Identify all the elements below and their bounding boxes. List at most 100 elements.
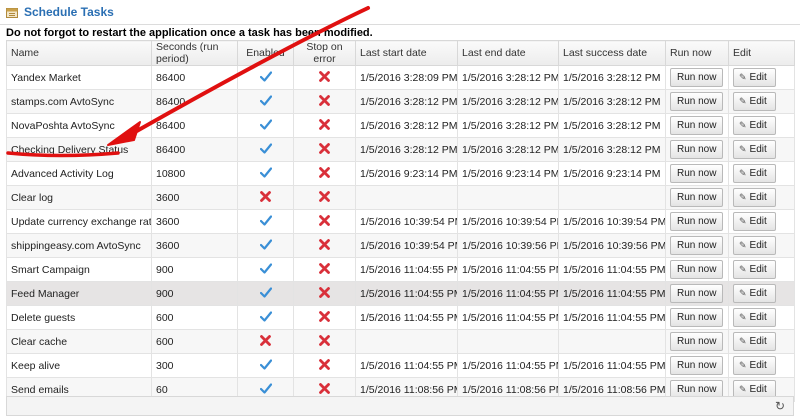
task-seconds: 10800: [151, 161, 238, 186]
enabled-cell: [237, 281, 294, 306]
pencil-icon: ✎: [739, 72, 747, 82]
enabled-cell: [237, 185, 294, 210]
check-icon: [259, 310, 272, 325]
enabled-cell: [237, 353, 294, 378]
enabled-cell: [237, 329, 294, 354]
column-header[interactable]: Seconds (run period): [151, 40, 238, 66]
table-row[interactable]: shippingeasy.com AvtoSync 3600 1/5/2016 10…: [6, 233, 795, 258]
last-start-date: 1/5/2016 11:04:55 PM: [355, 305, 458, 330]
run-now-cell: Run now: [665, 161, 729, 186]
task-seconds: 86400: [151, 65, 238, 90]
run-now-button[interactable]: Run now: [670, 356, 724, 375]
run-now-button[interactable]: Run now: [670, 68, 724, 87]
edit-button[interactable]: ✎ Edit: [733, 188, 776, 207]
last-success-date: 1/5/2016 3:28:12 PM: [558, 89, 666, 114]
edit-button[interactable]: ✎ Edit: [733, 92, 776, 111]
edit-cell: ✎ Edit: [728, 185, 795, 210]
stop-on-error-cell: [293, 137, 356, 162]
edit-button[interactable]: ✎ Edit: [733, 284, 776, 303]
edit-button[interactable]: ✎ Edit: [733, 164, 776, 183]
column-header[interactable]: Last end date: [457, 40, 559, 66]
last-success-date: [558, 329, 666, 354]
edit-button[interactable]: ✎ Edit: [733, 116, 776, 135]
edit-button[interactable]: ✎ Edit: [733, 332, 776, 351]
column-header[interactable]: Stop on error: [293, 40, 356, 66]
run-now-cell: Run now: [665, 329, 729, 354]
column-header[interactable]: Last start date: [355, 40, 458, 66]
enabled-cell: [237, 113, 294, 138]
check-icon: [259, 166, 272, 181]
table-row[interactable]: NovaPoshta AvtoSync 86400 1/5/2016 3:28:12…: [6, 113, 795, 138]
table-row[interactable]: Clear cache 600 Run now ✎ Edit: [6, 329, 795, 354]
edit-cell: ✎ Edit: [728, 161, 795, 186]
last-start-date: 1/5/2016 10:39:54 PM: [355, 233, 458, 258]
run-now-button[interactable]: Run now: [670, 308, 724, 327]
edit-cell: ✎ Edit: [728, 233, 795, 258]
last-success-date: 1/5/2016 10:39:56 PM: [558, 233, 666, 258]
edit-label: Edit: [749, 96, 767, 107]
run-now-button[interactable]: Run now: [670, 116, 724, 135]
run-now-button[interactable]: Run now: [670, 236, 724, 255]
last-start-date: [355, 329, 458, 354]
column-header[interactable]: Last success date: [558, 40, 666, 66]
table-row[interactable]: Keep alive 300 1/5/2016 11:04:55 PM 1/5/201…: [6, 353, 795, 378]
task-name: stamps.com AvtoSync: [6, 89, 152, 114]
last-success-date: 1/5/2016 11:04:55 PM: [558, 305, 666, 330]
table-row[interactable]: Yandex Market 86400 1/5/2016 3:28:09 PM 1/5…: [6, 65, 795, 90]
pencil-icon: ✎: [739, 216, 747, 226]
run-now-cell: Run now: [665, 305, 729, 330]
stop-on-error-cell: [293, 281, 356, 306]
run-now-cell: Run now: [665, 113, 729, 138]
table-row[interactable]: Clear log 3600 Run now ✎ Edit: [6, 185, 795, 210]
edit-cell: ✎ Edit: [728, 353, 795, 378]
enabled-cell: [237, 305, 294, 330]
table-row[interactable]: Update currency exchange rates 3600 1/5/20…: [6, 209, 795, 234]
task-name: Yandex Market: [6, 65, 152, 90]
table-row[interactable]: Delete guests 600 1/5/2016 11:04:55 PM 1/5/…: [6, 305, 795, 330]
cross-icon: [319, 190, 330, 205]
table-header-row: Name Seconds (run period) Enabled Stop o…: [6, 40, 795, 66]
run-now-button[interactable]: Run now: [670, 140, 724, 159]
run-now-button[interactable]: Run now: [670, 188, 724, 207]
edit-button[interactable]: ✎ Edit: [733, 236, 776, 255]
task-seconds: 600: [151, 305, 238, 330]
edit-button[interactable]: ✎ Edit: [733, 140, 776, 159]
cross-icon: [319, 142, 330, 157]
cross-icon: [319, 286, 330, 301]
run-now-button[interactable]: Run now: [670, 212, 724, 231]
table-row[interactable]: stamps.com AvtoSync 86400 1/5/2016 3:28:12…: [6, 89, 795, 114]
run-now-button[interactable]: Run now: [670, 332, 724, 351]
column-header[interactable]: Enabled: [237, 40, 294, 66]
run-now-button[interactable]: Run now: [670, 260, 724, 279]
enabled-cell: [237, 209, 294, 234]
table-row[interactable]: Smart Campaign 900 1/5/2016 11:04:55 PM 1/5…: [6, 257, 795, 282]
task-seconds: 900: [151, 257, 238, 282]
column-header[interactable]: Name: [6, 40, 152, 66]
last-start-date: 1/5/2016 11:04:55 PM: [355, 281, 458, 306]
edit-button[interactable]: ✎ Edit: [733, 356, 776, 375]
stop-on-error-cell: [293, 329, 356, 354]
table-row[interactable]: Feed Manager 900 1/5/2016 11:04:55 PM 1/5/2…: [6, 281, 795, 306]
pencil-icon: ✎: [739, 96, 747, 106]
edit-button[interactable]: ✎ Edit: [733, 260, 776, 279]
table-row[interactable]: Checking Delivery Status 86400 1/5/2016 3:…: [6, 137, 795, 162]
pencil-icon: ✎: [739, 144, 747, 154]
edit-button[interactable]: ✎ Edit: [733, 308, 776, 327]
cross-icon: [319, 262, 330, 277]
edit-button[interactable]: ✎ Edit: [733, 212, 776, 231]
pencil-icon: ✎: [739, 264, 747, 274]
table-row[interactable]: Advanced Activity Log 10800 1/5/2016 9:23:…: [6, 161, 795, 186]
run-now-button[interactable]: Run now: [670, 164, 724, 183]
run-now-button[interactable]: Run now: [670, 92, 724, 111]
edit-button[interactable]: ✎ Edit: [733, 68, 776, 87]
refresh-icon[interactable]: ↻: [775, 399, 785, 413]
run-now-button[interactable]: Run now: [670, 284, 724, 303]
cross-icon: [319, 70, 330, 85]
task-name: Checking Delivery Status: [6, 137, 152, 162]
check-icon: [259, 358, 272, 373]
last-success-date: 1/5/2016 11:04:55 PM: [558, 353, 666, 378]
title-bar: Schedule Tasks: [0, 0, 800, 25]
check-icon: [259, 94, 272, 109]
edit-label: Edit: [749, 168, 767, 179]
restart-warning: Do not forgot to restart the application…: [6, 27, 373, 39]
